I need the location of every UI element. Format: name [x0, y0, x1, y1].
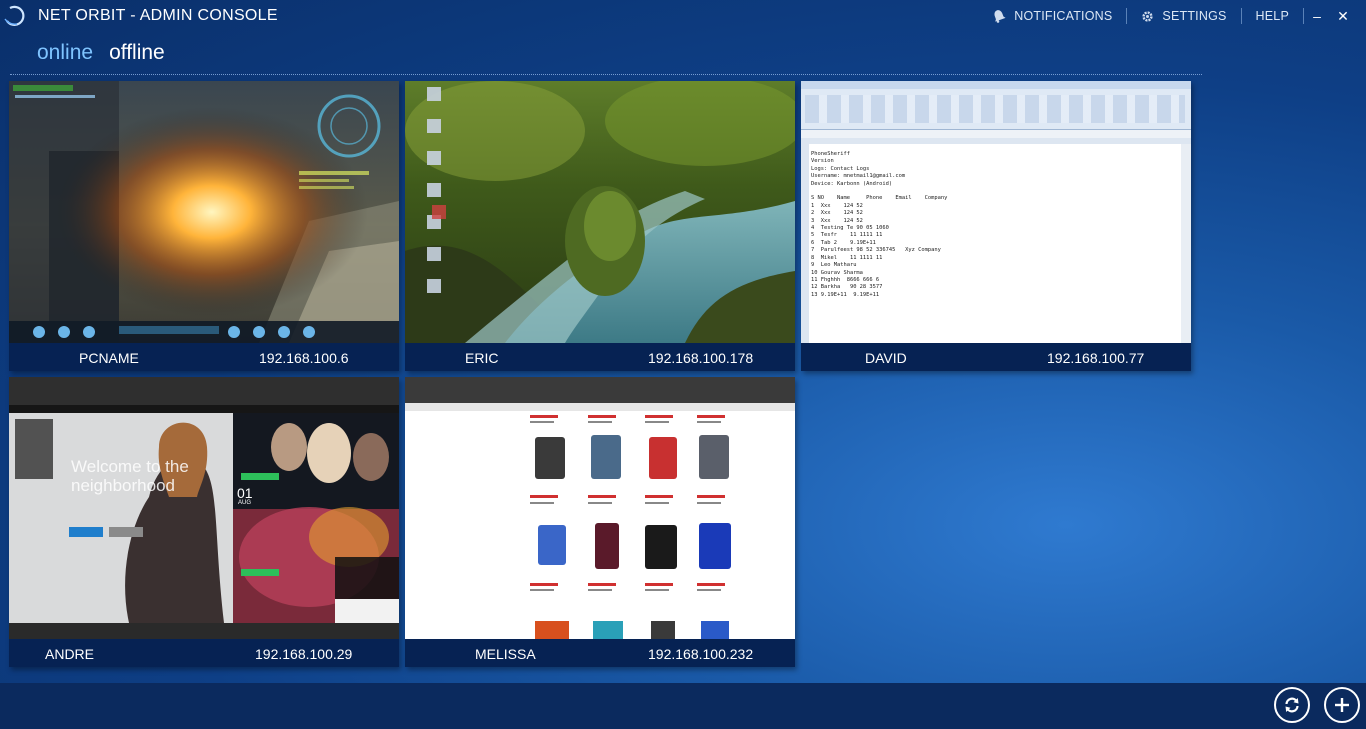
close-button[interactable]: ✕ — [1330, 0, 1356, 32]
spreadsheet-content: PhoneSheriff Version Logs: Contact Logs … — [811, 151, 948, 298]
tile-caption: MELISSA 192.168.100.232 — [405, 639, 795, 667]
minimize-icon: – — [1313, 8, 1321, 24]
title-bar: NET ORBIT - ADMIN CONSOLE NOTIFICATIONS … — [0, 0, 1366, 32]
refresh-button[interactable] — [1274, 687, 1310, 723]
screen-thumbnail — [9, 81, 399, 343]
status-tabs: online offline — [37, 41, 165, 65]
computer-name: PCNAME — [79, 350, 139, 366]
close-icon: ✕ — [1337, 7, 1349, 24]
app-title: NET ORBIT - ADMIN CONSOLE — [38, 7, 278, 24]
tile-caption: DAVID 192.168.100.77 — [801, 343, 1191, 371]
bell-icon — [994, 10, 1006, 23]
help-button[interactable]: HELP — [1242, 0, 1303, 32]
tile-caption: PCNAME 192.168.100.6 — [9, 343, 399, 371]
tabs-divider — [10, 74, 1202, 75]
tile-caption: ERIC 192.168.100.178 — [405, 343, 795, 371]
computer-name: DAVID — [865, 350, 907, 366]
computer-ip: 192.168.100.6 — [259, 350, 349, 366]
computer-tile-melissa[interactable]: MELISSA 192.168.100.232 — [405, 377, 795, 667]
screen-thumbnail: Welcome to the neighborhood 01 AUG — [9, 377, 399, 639]
date-day: 01 — [237, 485, 253, 501]
tab-online[interactable]: online — [37, 41, 93, 65]
add-computer-button[interactable] — [1324, 687, 1360, 723]
notifications-button[interactable]: NOTIFICATIONS — [978, 0, 1126, 32]
site-headline: Welcome to the neighborhood — [71, 457, 189, 495]
date-month: AUG — [238, 500, 252, 506]
computer-tile-andre[interactable]: Welcome to the neighborhood 01 AUG ANDRE… — [9, 377, 399, 667]
gear-icon — [1142, 10, 1154, 22]
computer-name: ERIC — [465, 350, 499, 366]
tab-offline[interactable]: offline — [109, 41, 165, 65]
help-label: HELP — [1255, 9, 1289, 23]
computer-ip: 192.168.100.29 — [255, 646, 353, 662]
refresh-icon — [1285, 697, 1299, 713]
computer-tile-pcname[interactable]: PCNAME 192.168.100.6 — [9, 81, 399, 371]
computer-name: ANDRE — [45, 646, 95, 662]
settings-label: SETTINGS — [1162, 9, 1227, 23]
screen-thumbnail: PhoneSheriff Version Logs: Contact Logs … — [801, 81, 1191, 343]
settings-button[interactable]: SETTINGS — [1127, 0, 1240, 32]
footer-bar — [0, 683, 1366, 729]
computer-ip: 192.168.100.232 — [648, 646, 754, 662]
minimize-button[interactable]: – — [1304, 0, 1330, 32]
computer-name: MELISSA — [475, 646, 536, 662]
plus-icon — [1335, 698, 1349, 712]
computer-ip: 192.168.100.178 — [648, 350, 754, 366]
screen-thumbnail — [405, 81, 795, 343]
computer-tile-david[interactable]: PhoneSheriff Version Logs: Contact Logs … — [801, 81, 1191, 371]
screen-thumbnail — [405, 377, 795, 639]
tile-caption: ANDRE 192.168.100.29 — [9, 639, 399, 667]
orbit-logo-icon — [4, 5, 25, 26]
computer-ip: 192.168.100.77 — [1047, 350, 1145, 366]
top-navigation: NOTIFICATIONS SETTINGS HELP – ✕ — [978, 0, 1366, 32]
notifications-label: NOTIFICATIONS — [1014, 9, 1113, 23]
computer-tile-eric[interactable]: ERIC 192.168.100.178 — [405, 81, 795, 371]
